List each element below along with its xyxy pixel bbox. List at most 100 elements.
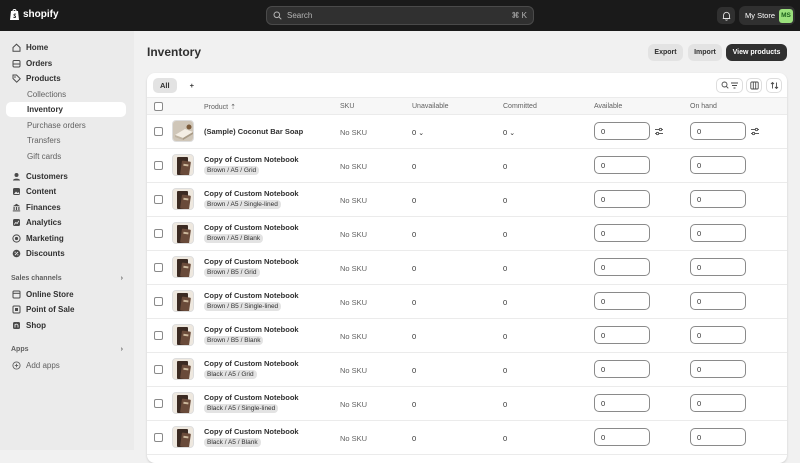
home-icon xyxy=(12,43,21,52)
view-products-button[interactable]: View products xyxy=(726,44,787,61)
row-checkbox[interactable] xyxy=(154,331,163,340)
sku-value: No SKU xyxy=(340,162,368,171)
sidebar-item-add-apps[interactable]: Add apps xyxy=(6,358,126,373)
on-hand-input[interactable] xyxy=(690,258,746,276)
sidebar-item-label: Home xyxy=(26,43,49,52)
sidebar-item-analytics[interactable]: Analytics xyxy=(6,215,126,230)
row-checkbox[interactable] xyxy=(154,433,163,442)
sidebar-item-finances[interactable]: Finances xyxy=(6,200,126,215)
sidebar-item-label: Marketing xyxy=(26,234,64,243)
sku-value: No SKU xyxy=(340,128,368,137)
committed-count: 0 xyxy=(503,230,508,239)
sidebar-item-label: Inventory xyxy=(27,105,64,114)
available-input[interactable] xyxy=(594,258,650,276)
shopify-logo[interactable]: shopify xyxy=(9,8,59,21)
sidebar-item-gift-cards[interactable]: Gift cards xyxy=(6,149,126,164)
row-checkbox[interactable] xyxy=(154,297,163,306)
available-input[interactable] xyxy=(594,190,650,208)
product-name-link[interactable]: Copy of Custom Notebook xyxy=(204,189,299,198)
available-input[interactable] xyxy=(594,224,650,242)
columns-button[interactable] xyxy=(746,78,762,93)
available-input[interactable] xyxy=(594,326,650,344)
available-input[interactable] xyxy=(594,292,650,310)
sidebar-item-discounts[interactable]: Discounts xyxy=(6,246,126,261)
sort-arrow-icon: ⇡ xyxy=(230,104,236,111)
sidebar-item-online-store[interactable]: Online Store xyxy=(6,287,126,302)
on-hand-input[interactable] xyxy=(690,394,746,412)
product-name-link[interactable]: Copy of Custom Notebook xyxy=(204,393,299,402)
on-hand-input[interactable] xyxy=(690,428,746,446)
tab-all[interactable]: All xyxy=(153,78,177,93)
on-hand-input[interactable] xyxy=(690,190,746,208)
sidebar-item-marketing[interactable]: Marketing xyxy=(6,231,126,246)
discount-icon xyxy=(12,249,21,258)
row-checkbox[interactable] xyxy=(154,127,163,136)
on-hand-input[interactable] xyxy=(690,224,746,242)
unavailable-value[interactable]: 0 ⌄ xyxy=(412,128,424,137)
available-input[interactable] xyxy=(594,428,650,446)
on-hand-input[interactable] xyxy=(690,156,746,174)
unavailable-count: 0 xyxy=(412,162,417,171)
on-hand-input[interactable] xyxy=(690,122,746,140)
row-checkbox[interactable] xyxy=(154,229,163,238)
add-view-button[interactable]: + xyxy=(183,78,201,93)
export-button[interactable]: Export xyxy=(648,44,683,61)
sidebar-item-content[interactable]: Content xyxy=(6,184,126,199)
row-checkbox[interactable] xyxy=(154,263,163,272)
sidebar-item-purchase-orders[interactable]: Purchase orders xyxy=(6,118,126,133)
row-checkbox[interactable] xyxy=(154,399,163,408)
sidebar-item-inventory[interactable]: Inventory xyxy=(6,102,126,117)
table-row: Copy of Custom Notebook Brown / B5 / Blan… xyxy=(147,319,787,353)
row-checkbox[interactable] xyxy=(154,195,163,204)
select-all-checkbox[interactable] xyxy=(154,102,163,111)
committed-count: 0 xyxy=(503,264,508,273)
sidebar-item-label: Shop xyxy=(26,321,46,330)
apps-header[interactable]: Apps › xyxy=(11,346,123,353)
on-hand-input[interactable] xyxy=(690,326,746,344)
row-checkbox[interactable] xyxy=(154,161,163,170)
sidebar: Home Orders Products Collections Invento… xyxy=(0,31,134,450)
available-input[interactable] xyxy=(594,394,650,412)
search-filter-button[interactable] xyxy=(716,78,743,93)
sidebar-item-point-of-sale[interactable]: Point of Sale xyxy=(6,302,126,317)
product-name-link[interactable]: Copy of Custom Notebook xyxy=(204,155,299,164)
product-name-link[interactable]: Copy of Custom Notebook xyxy=(204,223,299,232)
on-hand-input[interactable] xyxy=(690,360,746,378)
sidebar-item-products[interactable]: Products xyxy=(6,71,126,86)
on-hand-input[interactable] xyxy=(690,292,746,310)
sidebar-item-orders[interactable]: Orders xyxy=(6,56,126,71)
sidebar-item-customers[interactable]: Customers xyxy=(6,169,126,184)
sales-channels-header[interactable]: Sales channels › xyxy=(11,275,123,282)
committed-count: 0 xyxy=(503,298,508,307)
row-checkbox[interactable] xyxy=(154,365,163,374)
product-name-link[interactable]: (Sample) Coconut Bar Soap xyxy=(204,127,303,136)
sidebar-item-collections[interactable]: Collections xyxy=(6,87,126,102)
sidebar-item-shop[interactable]: Shop xyxy=(6,318,126,333)
variant-badge: Black / A5 / Grid xyxy=(204,370,257,379)
adjust-available-icon[interactable] xyxy=(654,127,664,136)
table-row: Copy of Custom Notebook Black / A5 / Grid… xyxy=(147,353,787,387)
unavailable-value: 0 xyxy=(412,264,416,273)
available-input[interactable] xyxy=(594,122,650,140)
committed-value[interactable]: 0 ⌄ xyxy=(503,128,515,137)
sidebar-item-transfers[interactable]: Transfers xyxy=(6,133,126,148)
import-button[interactable]: Import xyxy=(688,44,722,61)
product-name-link[interactable]: Copy of Custom Notebook xyxy=(204,257,299,266)
available-input[interactable] xyxy=(594,156,650,174)
sidebar-item-home[interactable]: Home xyxy=(6,40,126,55)
sort-button[interactable] xyxy=(766,78,782,93)
committed-count: 0 xyxy=(503,196,508,205)
product-name-link[interactable]: Copy of Custom Notebook xyxy=(204,427,299,436)
adjust-on-hand-icon[interactable] xyxy=(750,127,760,136)
product-name-link[interactable]: Copy of Custom Notebook xyxy=(204,325,299,334)
product-name-link[interactable]: Copy of Custom Notebook xyxy=(204,291,299,300)
committed-count: 0 xyxy=(503,332,508,341)
store-menu-button[interactable]: My Store MS xyxy=(739,6,795,25)
product-name-link[interactable]: Copy of Custom Notebook xyxy=(204,359,299,368)
column-header-product[interactable]: Product ⇡ xyxy=(204,103,236,111)
available-input[interactable] xyxy=(594,360,650,378)
apps-label: Apps xyxy=(11,346,29,353)
sales-channels-label: Sales channels xyxy=(11,275,62,282)
search-input[interactable]: Search ⌘ K xyxy=(266,6,534,25)
notifications-button[interactable] xyxy=(717,7,735,24)
